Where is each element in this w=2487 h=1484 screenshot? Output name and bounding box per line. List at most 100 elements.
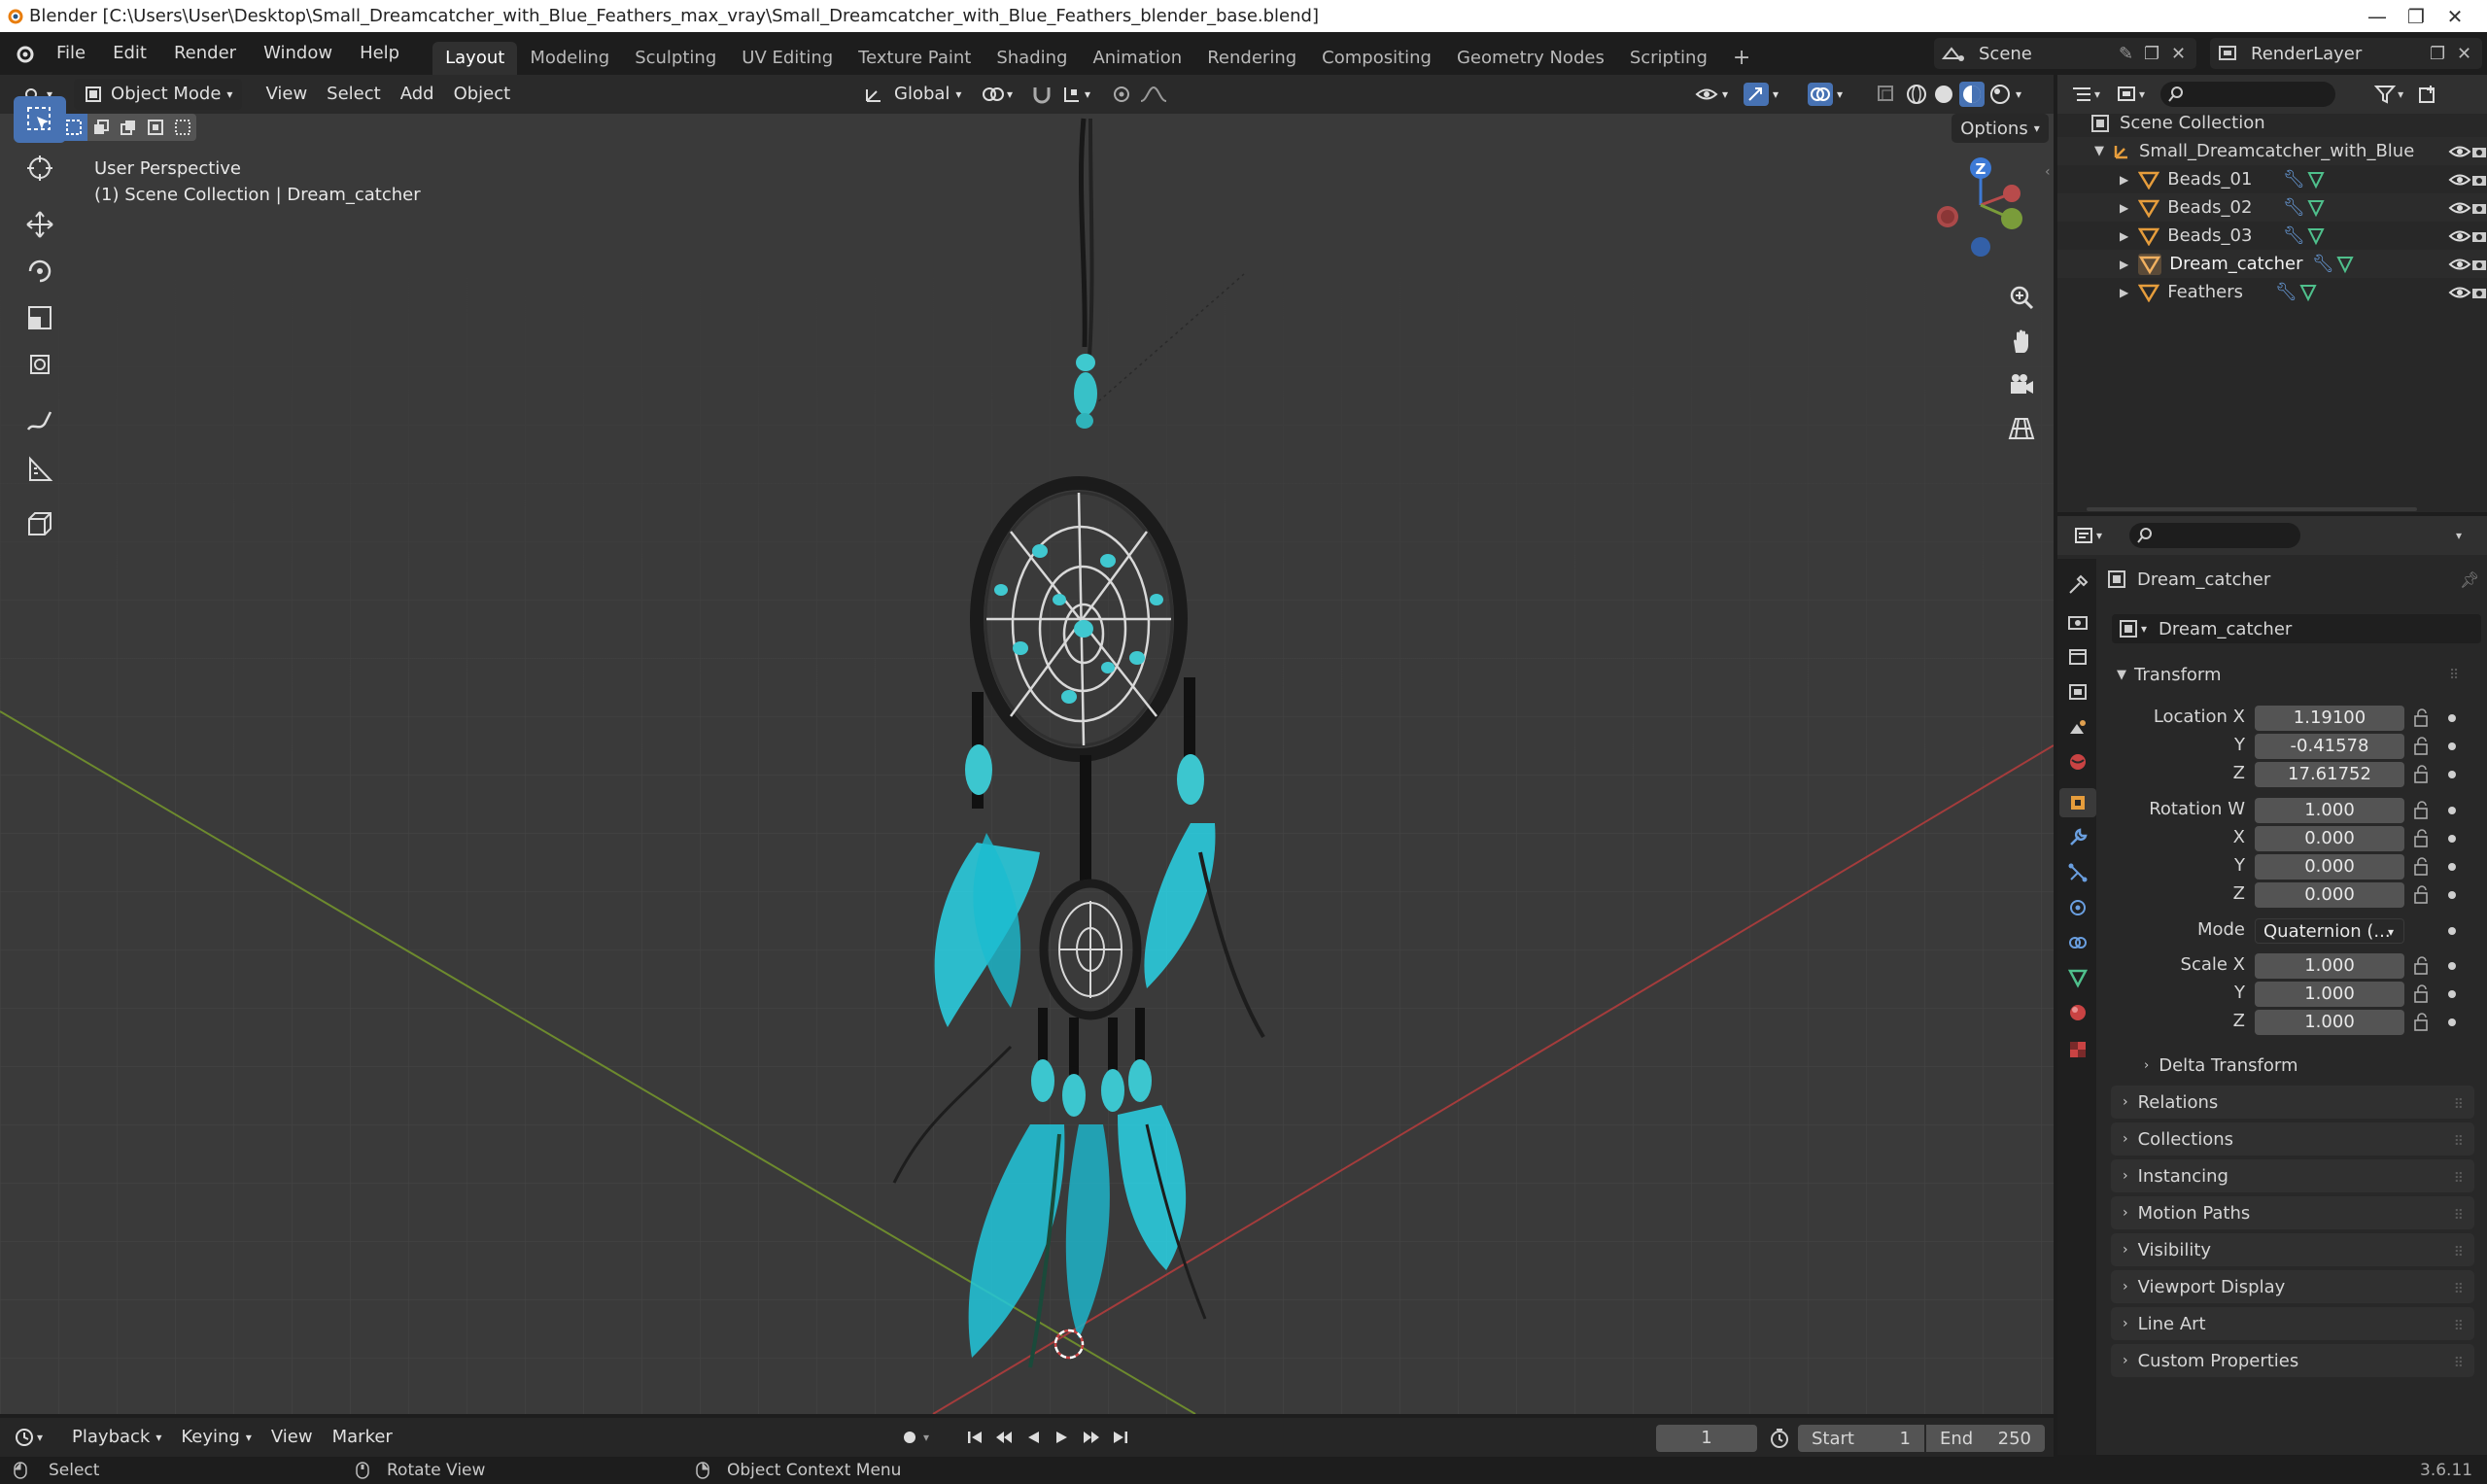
eye-icon[interactable]	[2448, 256, 2471, 273]
camera-view-button[interactable]	[2000, 363, 2043, 406]
navigation-gizmo[interactable]: Z	[1926, 155, 2023, 261]
outliner-row-dream-catcher[interactable]: ▶ Dream_catcher 🔧︎	[2057, 250, 2487, 278]
menu-render[interactable]: Render	[160, 32, 250, 75]
rotation-z-field[interactable]: 0.000	[2255, 882, 2404, 908]
tab-sculpting[interactable]: Sculpting	[622, 42, 729, 75]
select-invert-button[interactable]	[142, 114, 169, 141]
menu-edit[interactable]: Edit	[99, 32, 160, 75]
lock-icon[interactable]	[2412, 736, 2434, 757]
collapse-arrow-icon[interactable]: ▼	[2094, 144, 2104, 158]
modifier-wrench-icon[interactable]: 🔧︎	[2283, 225, 2305, 246]
scale-x-field[interactable]: 1.000	[2255, 953, 2404, 979]
menu-window[interactable]: Window	[250, 32, 346, 75]
prev-keyframe-button[interactable]	[991, 1424, 1017, 1451]
tool-annotate[interactable]	[14, 397, 66, 444]
pan-view-button[interactable]	[2000, 320, 2043, 362]
pin-icon[interactable]: 📌︎	[2460, 570, 2479, 589]
drag-handle-icon[interactable]: ⠿	[2449, 668, 2459, 683]
mesh-data-icon[interactable]	[2306, 170, 2326, 190]
expand-arrow-icon[interactable]: ▶	[2120, 173, 2128, 187]
lock-icon[interactable]	[2412, 856, 2434, 878]
tab-tool[interactable]	[2063, 570, 2092, 600]
jump-start-button[interactable]	[962, 1424, 987, 1451]
tab-scripting[interactable]: Scripting	[1617, 42, 1720, 75]
timeline-menu-marker[interactable]: Marker	[323, 1422, 402, 1453]
camera-render-icon[interactable]	[2471, 200, 2487, 216]
lock-icon[interactable]	[2412, 884, 2434, 906]
drag-handle-icon[interactable]: ⠿	[2454, 1245, 2465, 1260]
location-z-field[interactable]: 17.61752	[2255, 762, 2404, 787]
delete-scene-icon[interactable]: ✕	[2171, 44, 2186, 64]
mesh-data-icon[interactable]	[2335, 255, 2355, 274]
new-view-layer-icon[interactable]: ❐	[2430, 44, 2445, 64]
sidebar-toggle-arrow[interactable]: ‹	[2045, 164, 2051, 180]
keyframe-dot[interactable]	[2448, 807, 2456, 814]
expand-arrow-icon[interactable]: ▶	[2120, 229, 2128, 243]
tab-scene[interactable]	[2063, 712, 2092, 742]
properties-search-input[interactable]	[2129, 523, 2301, 548]
menu-file[interactable]: File	[43, 32, 99, 75]
outliner-row-beads-01[interactable]: ▶ Beads_01 🔧︎	[2057, 165, 2487, 193]
tab-render[interactable]	[2063, 607, 2092, 637]
menu-help[interactable]: Help	[346, 32, 413, 75]
tool-scale[interactable]	[14, 294, 66, 341]
eye-icon[interactable]	[2448, 284, 2471, 301]
lock-icon[interactable]	[2412, 955, 2434, 977]
eye-icon[interactable]	[2448, 227, 2471, 245]
timeline-menu-view[interactable]: View	[261, 1422, 323, 1453]
chevron-down-icon[interactable]: ▾	[923, 1431, 929, 1444]
drag-handle-icon[interactable]: ⠿	[2454, 1208, 2465, 1224]
scale-z-field[interactable]: 1.000	[2255, 1010, 2404, 1035]
tab-texture[interactable]	[2063, 1035, 2092, 1064]
rotation-x-field[interactable]: 0.000	[2255, 826, 2404, 851]
eye-icon[interactable]	[2448, 171, 2471, 189]
tab-modeling[interactable]: Modeling	[517, 42, 622, 75]
tab-object[interactable]	[2059, 788, 2096, 817]
tab-output[interactable]	[2063, 642, 2092, 672]
lock-icon[interactable]	[2412, 800, 2434, 821]
record-button[interactable]	[896, 1424, 923, 1451]
eye-icon[interactable]	[2448, 199, 2471, 217]
camera-render-icon[interactable]	[2471, 228, 2487, 244]
tool-move[interactable]	[14, 201, 66, 248]
properties-editor-type[interactable]: ▾	[2073, 526, 2102, 545]
panel-line-art[interactable]: › Line Art ⠿	[2111, 1307, 2474, 1340]
modifier-wrench-icon[interactable]: 🔧︎	[2283, 169, 2305, 190]
snap-target-dropdown[interactable]: ▾	[1052, 79, 1100, 110]
toggle-perspective-button[interactable]	[2000, 407, 2043, 450]
start-frame-field[interactable]: Start 1	[1798, 1425, 1924, 1452]
next-keyframe-button[interactable]	[1079, 1424, 1104, 1451]
drag-handle-icon[interactable]: ⠿	[2454, 1171, 2465, 1187]
play-button[interactable]	[1050, 1424, 1075, 1451]
tab-data[interactable]	[2063, 963, 2092, 992]
scene-selector[interactable]: Scene ✎ ❐ ✕	[1934, 38, 2196, 69]
keyframe-dot[interactable]	[2448, 771, 2456, 778]
timeline-editor-type[interactable]: ▾	[14, 1427, 43, 1448]
mesh-data-icon[interactable]	[2306, 226, 2326, 246]
add-workspace-button[interactable]: +	[1720, 42, 1763, 75]
zoom-view-button[interactable]	[2000, 276, 2043, 319]
tab-uv-editing[interactable]: UV Editing	[729, 42, 846, 75]
tab-texture-paint[interactable]: Texture Paint	[846, 42, 984, 75]
lock-icon[interactable]	[2412, 828, 2434, 849]
tab-particles[interactable]	[2063, 858, 2092, 887]
expand-arrow-icon[interactable]: ▶	[2120, 286, 2128, 299]
keyframe-dot[interactable]	[2448, 742, 2456, 750]
tab-layout[interactable]: Layout	[432, 42, 518, 75]
lock-icon[interactable]	[2412, 1012, 2434, 1033]
panel-motion-paths[interactable]: › Motion Paths ⠿	[2111, 1196, 2474, 1229]
keyframe-dot[interactable]	[2448, 990, 2456, 998]
drag-handle-icon[interactable]: ⠿	[2454, 1356, 2465, 1371]
outliner-scrollbar[interactable]	[2087, 507, 2417, 511]
tab-world[interactable]	[2063, 747, 2092, 777]
tab-material[interactable]	[2063, 998, 2092, 1027]
drag-handle-icon[interactable]: ⠿	[2454, 1319, 2465, 1334]
panel-relations[interactable]: › Relations ⠿	[2111, 1086, 2474, 1119]
viewport-menu-add[interactable]: Add	[391, 79, 444, 110]
lock-icon[interactable]	[2412, 764, 2434, 785]
expand-arrow-icon[interactable]: ▶	[2120, 258, 2128, 271]
play-reverse-button[interactable]	[1020, 1424, 1046, 1451]
camera-render-icon[interactable]	[2471, 285, 2487, 300]
tab-animation[interactable]: Animation	[1080, 42, 1194, 75]
location-x-field[interactable]: 1.19100	[2255, 706, 2404, 731]
